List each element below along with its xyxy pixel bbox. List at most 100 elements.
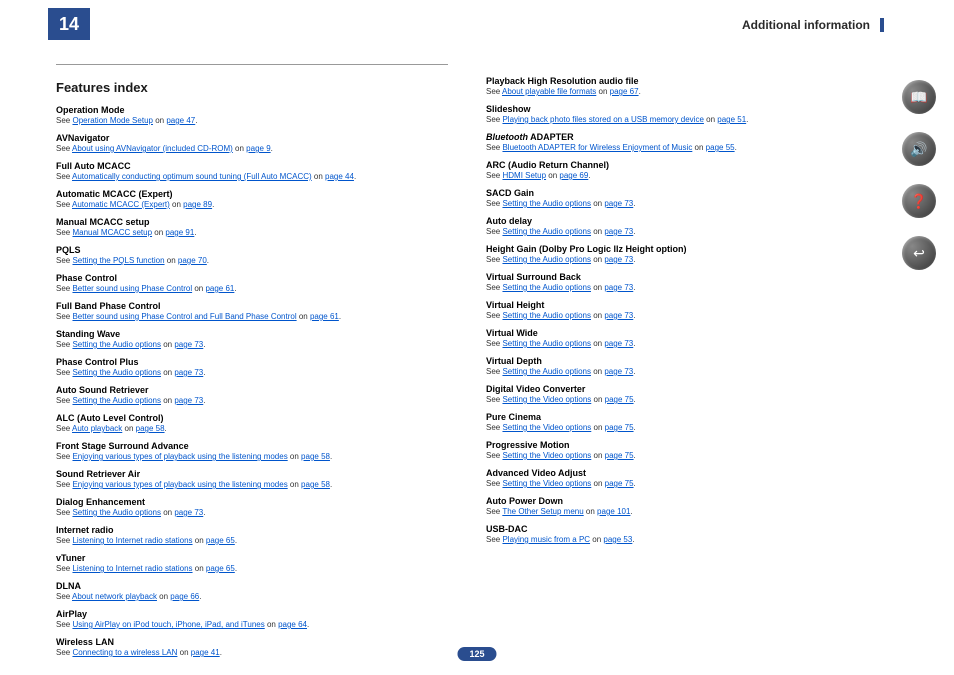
xref-link[interactable]: Listening to Internet radio stations (72, 536, 192, 545)
xref-link[interactable]: Operation Mode Setup (72, 116, 153, 125)
entry-title: Virtual Height (486, 300, 866, 310)
entry-ref: See Setting the Video options on page 75… (486, 395, 866, 404)
xref-link[interactable]: Bluetooth ADAPTER for Wireless Enjoyment… (502, 143, 692, 152)
xref-link[interactable]: Automatically conducting optimum sound t… (72, 172, 312, 181)
xref-link[interactable]: Setting the PQLS function (72, 256, 164, 265)
page-link[interactable]: page 75 (605, 395, 634, 404)
xref-link[interactable]: The Other Setup menu (502, 507, 583, 516)
entry-ref: See About using AVNavigator (included CD… (56, 144, 456, 153)
speaker-icon[interactable]: 🔊 (902, 132, 936, 166)
page-link[interactable]: page 73 (604, 283, 633, 292)
page-link[interactable]: page 69 (559, 171, 588, 180)
column-1: Features index Operation ModeSee Operati… (56, 80, 456, 665)
page-link[interactable]: page 73 (604, 311, 633, 320)
xref-link[interactable]: Connecting to a wireless LAN (72, 648, 177, 657)
entry-title: PQLS (56, 245, 456, 255)
xref-link[interactable]: Setting the Audio options (72, 340, 161, 349)
page-link[interactable]: page 73 (174, 340, 203, 349)
index-entry: ARC (Audio Return Channel)See HDMI Setup… (486, 160, 866, 180)
book-icon[interactable]: 📖 (902, 80, 936, 114)
page-link[interactable]: page 47 (166, 116, 195, 125)
page-link[interactable]: page 61 (205, 284, 234, 293)
page-link[interactable]: page 58 (136, 424, 165, 433)
xref-link[interactable]: Manual MCACC setup (72, 228, 152, 237)
entry-title: Advanced Video Adjust (486, 468, 866, 478)
page-link[interactable]: page 75 (605, 423, 634, 432)
xref-link[interactable]: HDMI Setup (502, 171, 546, 180)
xref-link[interactable]: About network playback (72, 592, 157, 601)
page-link[interactable]: page 61 (310, 312, 339, 321)
xref-link[interactable]: Auto playback (72, 424, 122, 433)
page-link[interactable]: page 73 (604, 255, 633, 264)
xref-link[interactable]: Better sound using Phase Control and Ful… (72, 312, 296, 321)
section-heading: Features index (56, 80, 456, 95)
index-entry: DLNASee About network playback on page 6… (56, 581, 456, 601)
xref-link[interactable]: Setting the Video options (502, 451, 591, 460)
page-link[interactable]: page 65 (206, 536, 235, 545)
xref-link[interactable]: Setting the Video options (502, 479, 591, 488)
xref-link[interactable]: Automatic MCACC (Expert) (72, 200, 170, 209)
page-link[interactable]: page 58 (301, 452, 330, 461)
page-link[interactable]: page 67 (610, 87, 639, 96)
page-link[interactable]: page 73 (604, 199, 633, 208)
page-link[interactable]: page 44 (325, 172, 354, 181)
help-icon[interactable]: ❓ (902, 184, 936, 218)
index-entry: vTunerSee Listening to Internet radio st… (56, 553, 456, 573)
page-link[interactable]: page 66 (170, 592, 199, 601)
entry-ref: See Enjoying various types of playback u… (56, 452, 456, 461)
index-entry: Auto delaySee Setting the Audio options … (486, 216, 866, 236)
index-entry: Phase ControlSee Better sound using Phas… (56, 273, 456, 293)
xref-link[interactable]: Setting the Audio options (72, 396, 161, 405)
xref-link[interactable]: Using AirPlay on iPod touch, iPhone, iPa… (72, 620, 264, 629)
page-link[interactable]: page 91 (165, 228, 194, 237)
xref-link[interactable]: Playing music from a PC (502, 535, 590, 544)
page-link[interactable]: page 73 (604, 339, 633, 348)
xref-link[interactable]: Setting the Audio options (502, 339, 591, 348)
entry-title: Digital Video Converter (486, 384, 866, 394)
xref-link[interactable]: Enjoying various types of playback using… (72, 480, 287, 489)
page-link[interactable]: page 58 (301, 480, 330, 489)
xref-link[interactable]: Setting the Audio options (502, 199, 591, 208)
page-link[interactable]: page 75 (605, 479, 634, 488)
page-link[interactable]: page 41 (191, 648, 220, 657)
page-link[interactable]: page 73 (174, 368, 203, 377)
entry-ref: See Setting the Audio options on page 73… (486, 283, 866, 292)
xref-link[interactable]: Setting the Audio options (72, 508, 161, 517)
page-link[interactable]: page 73 (604, 367, 633, 376)
xref-link[interactable]: About using AVNavigator (included CD-ROM… (72, 144, 233, 153)
page-link[interactable]: page 64 (278, 620, 307, 629)
page-link[interactable]: page 73 (604, 227, 633, 236)
xref-link[interactable]: About playable file formats (502, 87, 596, 96)
xref-link[interactable]: Setting the Audio options (502, 367, 591, 376)
xref-link[interactable]: Setting the Audio options (502, 283, 591, 292)
xref-link[interactable]: Playing back photo files stored on a USB… (502, 115, 703, 124)
page-link[interactable]: page 75 (605, 451, 634, 460)
xref-link[interactable]: Enjoying various types of playback using… (72, 452, 287, 461)
xref-link[interactable]: Better sound using Phase Control (72, 284, 192, 293)
page-link[interactable]: page 101 (597, 507, 630, 516)
entry-ref: See Enjoying various types of playback u… (56, 480, 456, 489)
entry-title: Playback High Resolution audio file (486, 76, 866, 86)
page-link[interactable]: page 73 (174, 508, 203, 517)
page-link[interactable]: page 53 (603, 535, 632, 544)
page-link[interactable]: page 89 (183, 200, 212, 209)
page-link[interactable]: page 9 (246, 144, 270, 153)
entry-ref: See About network playback on page 66. (56, 592, 456, 601)
xref-link[interactable]: Setting the Audio options (502, 227, 591, 236)
xref-link[interactable]: Setting the Audio options (502, 255, 591, 264)
return-icon[interactable]: ↩ (902, 236, 936, 270)
page-link[interactable]: page 65 (206, 564, 235, 573)
entry-ref: See Setting the Audio options on page 73… (486, 311, 866, 320)
page-link[interactable]: page 55 (706, 143, 735, 152)
xref-link[interactable]: Setting the Video options (502, 423, 591, 432)
page-link[interactable]: page 70 (178, 256, 207, 265)
xref-link[interactable]: Setting the Audio options (72, 368, 161, 377)
xref-link[interactable]: Setting the Video options (502, 395, 591, 404)
entry-ref: See Manual MCACC setup on page 91. (56, 228, 456, 237)
xref-link[interactable]: Listening to Internet radio stations (72, 564, 192, 573)
page-link[interactable]: page 51 (717, 115, 746, 124)
xref-link[interactable]: Setting the Audio options (502, 311, 591, 320)
page-link[interactable]: page 73 (174, 396, 203, 405)
index-entry: Automatic MCACC (Expert)See Automatic MC… (56, 189, 456, 209)
entry-ref: See Playing music from a PC on page 53. (486, 535, 866, 544)
